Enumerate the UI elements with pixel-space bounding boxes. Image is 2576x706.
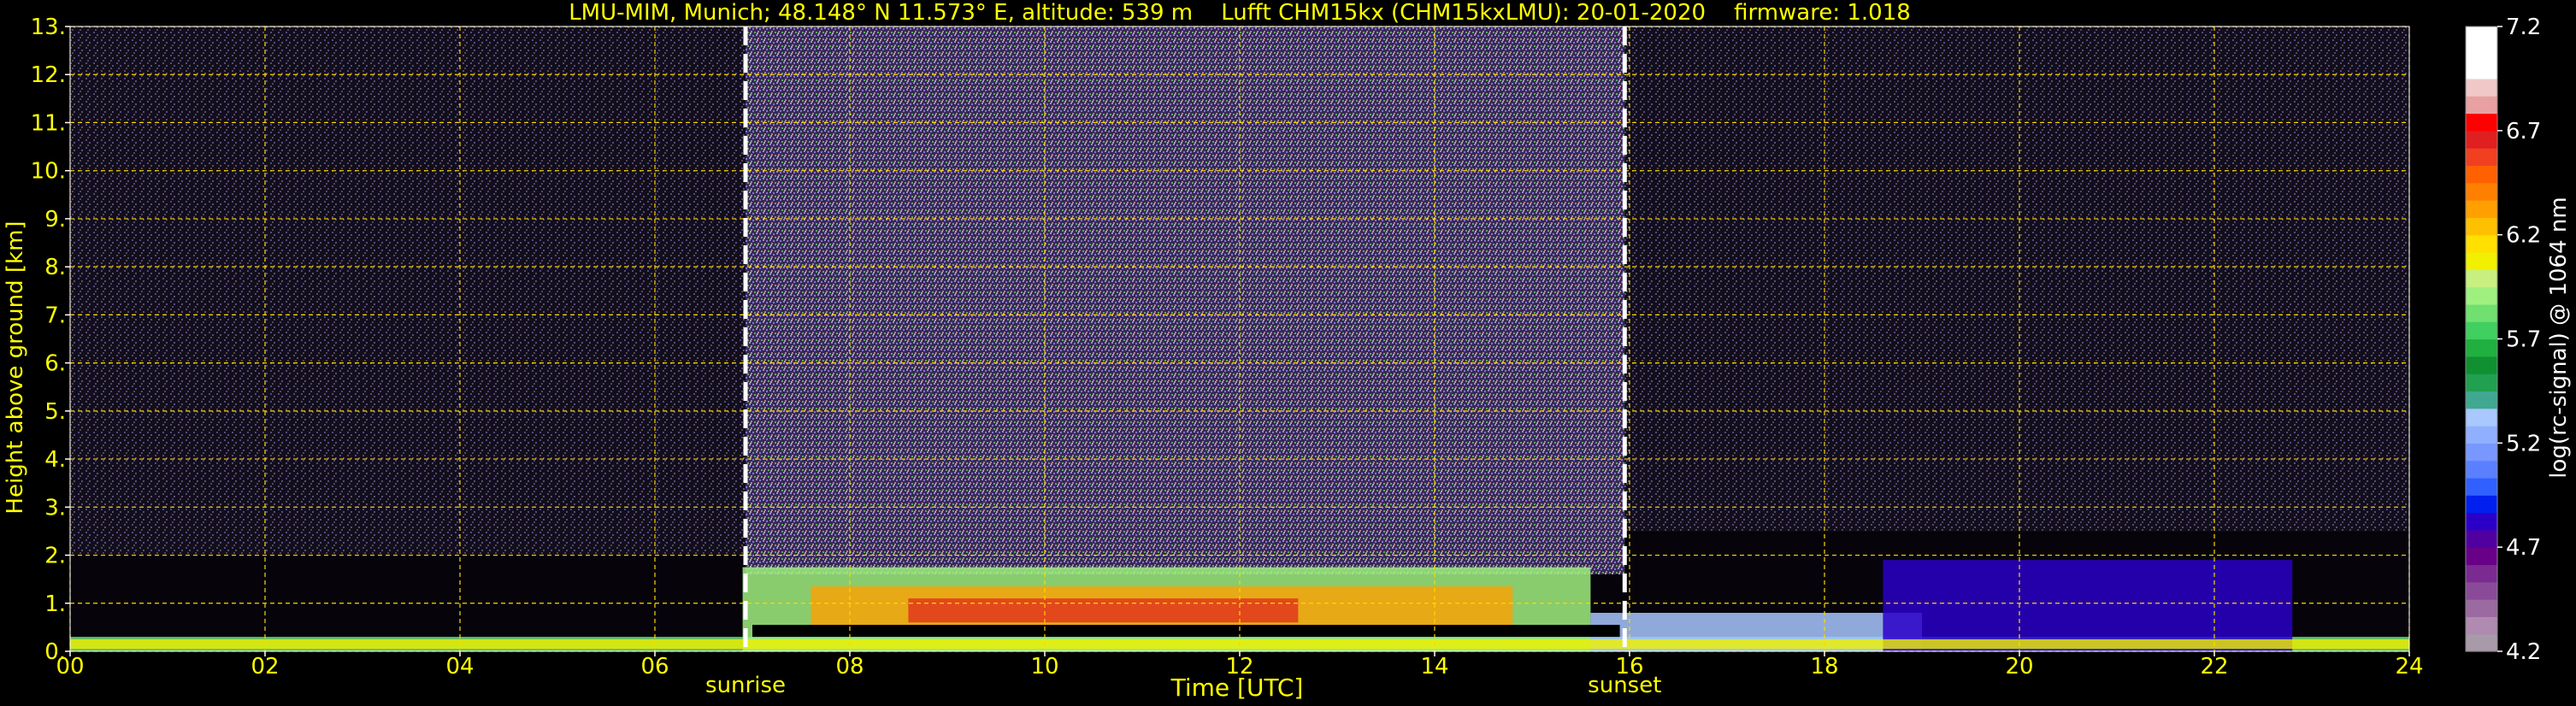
colorbar-segment bbox=[2466, 391, 2497, 409]
colorbar-segment bbox=[2466, 443, 2497, 462]
colorbar-segment bbox=[2466, 374, 2497, 392]
colorbar-segment bbox=[2466, 96, 2497, 115]
colorbar-tick-label: 5.2 bbox=[2506, 431, 2541, 456]
x-tick-label: 00 bbox=[56, 654, 84, 680]
sunrise-label: sunrise bbox=[705, 673, 786, 698]
colorbar-segment bbox=[2466, 321, 2497, 340]
colorbar-segment bbox=[2466, 286, 2497, 305]
y-tick-label: 6. bbox=[44, 351, 66, 377]
aerosol-layer-3 bbox=[1883, 560, 2293, 651]
y-tick-label: 7. bbox=[44, 303, 66, 328]
lidar-plot: sunrise sunset0.1.2.3.4.5.6.7.8.9.10.11.1… bbox=[31, 15, 2542, 698]
y-tick-label: 13. bbox=[31, 15, 66, 40]
colorbar-segment bbox=[2466, 529, 2497, 548]
x-tick-label: 16 bbox=[1615, 654, 1643, 680]
y-tick-label: 1. bbox=[44, 591, 66, 617]
colorbar-segment bbox=[2466, 165, 2497, 184]
x-tick-label: 20 bbox=[2005, 654, 2033, 680]
y-tick-label: 3. bbox=[44, 495, 66, 521]
colorbar-tick-label: 6.2 bbox=[2506, 223, 2541, 249]
colorbar-segment bbox=[2466, 200, 2497, 218]
colorbar-segment bbox=[2466, 303, 2497, 322]
y-tick-label: 12. bbox=[31, 62, 66, 88]
colorbar-segment bbox=[2466, 44, 2497, 62]
y-tick-label: 5. bbox=[44, 399, 66, 425]
x-tick-label: 10 bbox=[1030, 654, 1058, 680]
night-noise-morning bbox=[70, 26, 746, 556]
colorbar-segment bbox=[2466, 217, 2497, 236]
colorbar-segment bbox=[2466, 26, 2497, 44]
colorbar-segment bbox=[2466, 512, 2497, 531]
colorbar-segment bbox=[2466, 564, 2497, 583]
x-tick-label: 06 bbox=[640, 654, 669, 680]
daytime-noise bbox=[746, 26, 1625, 575]
y-tick-label: 10. bbox=[31, 159, 66, 185]
y-tick-label: 8. bbox=[44, 255, 66, 280]
colorbar-tick-label: 5.7 bbox=[2506, 327, 2541, 353]
colorbar-segment bbox=[2466, 182, 2497, 201]
colorbar-segment bbox=[2466, 460, 2497, 479]
colorbar-segment bbox=[2466, 633, 2497, 652]
x-tick-label: 18 bbox=[1810, 654, 1838, 680]
x-tick-label: 14 bbox=[1420, 654, 1448, 680]
colorbar-segment bbox=[2466, 61, 2497, 79]
y-axis-label: Height above ground [km] bbox=[3, 221, 28, 515]
colorbar-segment bbox=[2466, 356, 2497, 374]
x-axis-label: Time [UTC] bbox=[1170, 674, 1304, 702]
colorbar-tick-label: 6.7 bbox=[2506, 119, 2541, 144]
colorbar-segment bbox=[2466, 408, 2497, 427]
low-signal-gap bbox=[752, 625, 1620, 638]
colorbar-label: log(rc-signal) @ 1064 nm bbox=[2546, 197, 2572, 479]
colorbar-segment bbox=[2466, 616, 2497, 635]
x-tick-label: 02 bbox=[251, 654, 279, 680]
colorbar-segment bbox=[2466, 78, 2497, 97]
colorbar-segment bbox=[2466, 148, 2497, 167]
colorbar-segment bbox=[2466, 251, 2497, 270]
colorbar-segment bbox=[2466, 477, 2497, 496]
y-tick-label: 9. bbox=[44, 207, 66, 232]
x-tick-label: 22 bbox=[2200, 654, 2228, 680]
colorbar-tick-label: 4.2 bbox=[2506, 639, 2541, 665]
colorbar-segment bbox=[2466, 599, 2497, 617]
x-tick-label: 08 bbox=[835, 654, 864, 680]
x-tick-label: 04 bbox=[445, 654, 474, 680]
y-tick-label: 11. bbox=[31, 110, 66, 136]
night-noise-evening bbox=[1624, 26, 2409, 532]
y-tick-label: 2. bbox=[44, 544, 66, 569]
colorbar-segment bbox=[2466, 269, 2497, 288]
colorbar-segment bbox=[2466, 547, 2497, 566]
colorbar-segment bbox=[2466, 234, 2497, 253]
colorbar-segment bbox=[2466, 581, 2497, 600]
y-tick-label: 4. bbox=[44, 447, 66, 473]
colorbar-segment bbox=[2466, 113, 2497, 132]
colorbar-segment bbox=[2466, 426, 2497, 444]
colorbar-tick-label: 7.2 bbox=[2506, 15, 2541, 40]
x-tick-label: 24 bbox=[2395, 654, 2423, 680]
colorbar-segment bbox=[2466, 130, 2497, 149]
colorbar-tick-label: 4.7 bbox=[2506, 535, 2541, 561]
colorbar-segment bbox=[2466, 338, 2497, 357]
colorbar-segment bbox=[2466, 495, 2497, 514]
